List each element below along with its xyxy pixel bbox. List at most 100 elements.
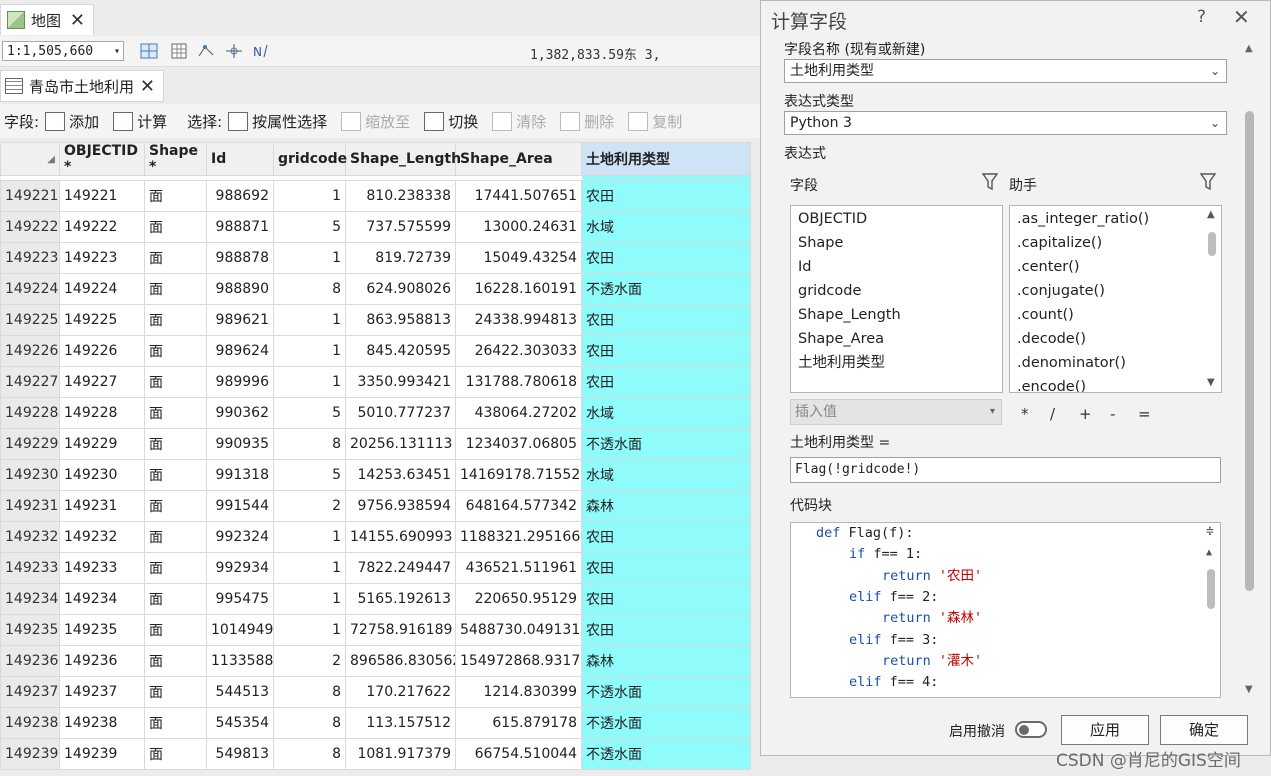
scale-dropdown[interactable]: 1:1,505,660 ▾ <box>2 41 124 61</box>
cell-objectid[interactable]: 149226 <box>59 335 145 367</box>
cell-shape-area[interactable]: 648164.577342 <box>455 490 582 522</box>
cell-id[interactable]: 549813 <box>206 738 274 770</box>
cell-shape-area[interactable]: 1188321.295166 <box>455 521 582 553</box>
table-row[interactable]: 149237 149237 面 544513 8 170.217622 1214.83039… <box>0 676 751 708</box>
cell-shape-area[interactable]: 438064.27202 <box>455 397 582 429</box>
cell-objectid[interactable]: 149232 <box>59 521 145 553</box>
scroll-up-icon[interactable]: ▲ <box>1206 547 1212 558</box>
fields-list[interactable]: OBJECTID Shape Id gridcode Shape_Length Shape… <box>790 205 1003 393</box>
cell-id[interactable]: 988890 <box>206 273 274 305</box>
cell-shape[interactable]: 面 <box>144 180 207 212</box>
cell-shape-area[interactable]: 1214.830399 <box>455 676 582 708</box>
cell-landuse[interactable]: 农田 <box>581 521 751 553</box>
filter-icon[interactable] <box>1200 173 1216 191</box>
helper-list-item[interactable]: .as_integer_ratio() <box>1010 207 1221 231</box>
field-list-item[interactable]: Shape <box>791 231 1002 255</box>
row-header[interactable]: 149226 <box>0 335 60 367</box>
cell-objectid[interactable]: 149230 <box>59 459 145 491</box>
tab-attribute-table[interactable]: 青岛市土地利用 ✕ <box>0 70 164 102</box>
table-row[interactable]: 149235 149235 面 1014949 1 72758.916189 5488730… <box>0 614 751 646</box>
cell-gridcode[interactable]: 1 <box>273 583 346 615</box>
cell-landuse[interactable]: 森林 <box>581 490 751 522</box>
cell-shape[interactable]: 面 <box>144 645 207 677</box>
cell-shape-area[interactable]: 615.879178 <box>455 707 582 739</box>
cell-gridcode[interactable]: 8 <box>273 428 346 460</box>
help-icon[interactable]: ? <box>1197 7 1206 27</box>
clear-selection-button[interactable]: 清除 <box>492 111 546 132</box>
cell-shape-area[interactable]: 5488730.049131 <box>455 614 582 646</box>
cell-gridcode[interactable]: 2 <box>273 645 346 677</box>
column-header[interactable]: Shape * <box>144 142 207 176</box>
column-header[interactable]: Shape_Area <box>455 142 582 176</box>
expression-type-select[interactable]: Python 3 ⌄ <box>784 111 1227 135</box>
cell-shape-length[interactable]: 113.157512 <box>345 707 456 739</box>
field-list-item[interactable]: OBJECTID <box>791 207 1002 231</box>
cell-shape-length[interactable]: 845.420595 <box>345 335 456 367</box>
cell-objectid[interactable]: 149222 <box>59 211 145 243</box>
row-header[interactable]: 149236 <box>0 645 60 677</box>
cell-gridcode[interactable]: 1 <box>273 366 346 398</box>
row-header[interactable]: 149229 <box>0 428 60 460</box>
insert-value-dropdown[interactable]: 插入值 ▾ <box>790 399 1002 425</box>
cell-id[interactable]: 992934 <box>206 552 274 584</box>
cell-shape-length[interactable]: 14253.63451 <box>345 459 456 491</box>
cell-shape-length[interactable]: 14155.690993 <box>345 521 456 553</box>
table-row[interactable]: 149231 149231 面 991544 2 9756.938594 648164.57… <box>0 490 751 522</box>
cell-gridcode[interactable]: 1 <box>273 521 346 553</box>
cell-shape[interactable]: 面 <box>144 366 207 398</box>
field-list-item[interactable]: gridcode <box>791 279 1002 303</box>
constraint-icon[interactable] <box>225 43 243 59</box>
field-list-item[interactable]: Shape_Area <box>791 327 1002 351</box>
cell-id[interactable]: 1133588 <box>206 645 274 677</box>
code-block-editor[interactable]: def Flag(f): if f== 1: return '农田' elif f==… <box>790 522 1221 698</box>
table-row[interactable]: 149227 149227 面 989996 1 3350.993421 131788.78… <box>0 366 751 398</box>
cell-shape[interactable]: 面 <box>144 459 207 491</box>
row-header[interactable]: 149230 <box>0 459 60 491</box>
cell-id[interactable]: 995475 <box>206 583 274 615</box>
cell-gridcode[interactable]: 1 <box>273 180 346 212</box>
cell-shape-length[interactable]: 5165.192613 <box>345 583 456 615</box>
row-header[interactable]: 149222 <box>0 211 60 243</box>
close-icon[interactable]: ✕ <box>140 76 155 97</box>
row-header[interactable]: 149224 <box>0 273 60 305</box>
cell-shape-area[interactable]: 14169178.715525 <box>455 459 582 491</box>
cell-shape[interactable]: 面 <box>144 335 207 367</box>
operator-divide-button[interactable]: / <box>1050 405 1055 423</box>
helper-list-item[interactable]: .encode() <box>1010 375 1221 392</box>
cell-shape[interactable]: 面 <box>144 304 207 336</box>
scroll-thumb[interactable] <box>1207 569 1215 609</box>
cell-gridcode[interactable]: 1 <box>273 335 346 367</box>
cell-shape[interactable]: 面 <box>144 583 207 615</box>
cell-gridcode[interactable]: 8 <box>273 707 346 739</box>
column-header[interactable]: OBJECTID * <box>59 142 145 176</box>
ok-button[interactable]: 确定 <box>1160 715 1248 745</box>
cell-shape[interactable]: 面 <box>144 614 207 646</box>
table-row[interactable]: 149230 149230 面 991318 5 14253.63451 14169178.… <box>0 459 751 491</box>
cell-shape-area[interactable]: 13000.24631 <box>455 211 582 243</box>
north-arrow-icon[interactable]: N <box>252 43 270 59</box>
cell-shape-area[interactable]: 131788.780618 <box>455 366 582 398</box>
cell-shape[interactable]: 面 <box>144 211 207 243</box>
cell-landuse[interactable]: 不透水面 <box>581 428 751 460</box>
apply-button[interactable]: 应用 <box>1061 715 1149 745</box>
row-header[interactable]: 149223 <box>0 242 60 274</box>
filter-icon[interactable] <box>982 173 998 191</box>
cell-id[interactable]: 988871 <box>206 211 274 243</box>
scroll-down-icon[interactable]: ▼ <box>1245 684 1253 695</box>
row-header[interactable]: 149234 <box>0 583 60 615</box>
cell-shape-length[interactable]: 863.958813 <box>345 304 456 336</box>
cell-shape-area[interactable]: 15049.43254 <box>455 242 582 274</box>
cell-gridcode[interactable]: 2 <box>273 490 346 522</box>
cell-landuse[interactable]: 森林 <box>581 645 751 677</box>
row-header[interactable]: 149228 <box>0 397 60 429</box>
cell-landuse[interactable]: 农田 <box>581 180 751 212</box>
row-selector-header[interactable]: ◢ <box>0 142 60 176</box>
field-list-item[interactable]: Id <box>791 255 1002 279</box>
helpers-scrollbar[interactable]: ▲ ▼ <box>1203 206 1221 392</box>
cell-objectid[interactable]: 149221 <box>59 180 145 212</box>
cell-shape-length[interactable]: 5010.777237 <box>345 397 456 429</box>
cell-objectid[interactable]: 149228 <box>59 397 145 429</box>
cell-objectid[interactable]: 149229 <box>59 428 145 460</box>
cell-objectid[interactable]: 149224 <box>59 273 145 305</box>
table-row[interactable]: 149234 149234 面 995475 1 5165.192613 220650.95… <box>0 583 751 615</box>
